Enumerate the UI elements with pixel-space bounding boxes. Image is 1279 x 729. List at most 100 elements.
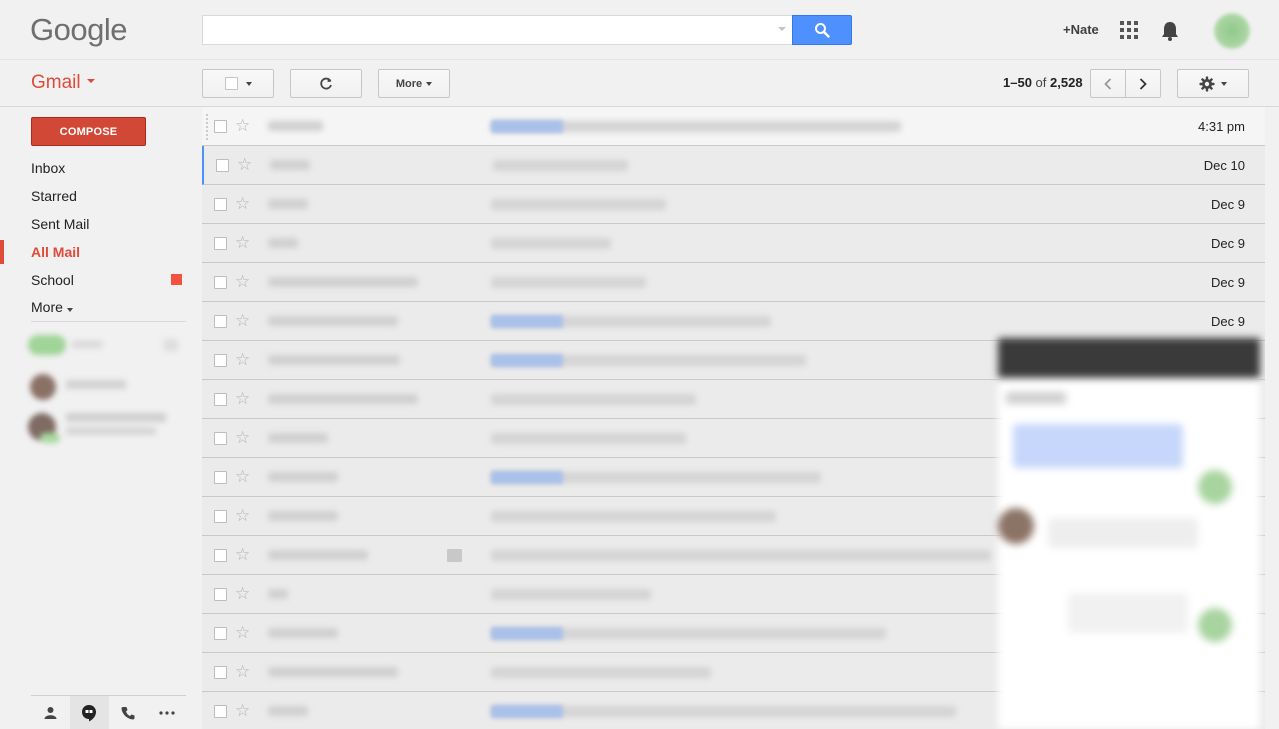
label-chip[interactable] xyxy=(491,354,563,367)
hangouts-icon xyxy=(82,704,97,721)
row-checkbox[interactable] xyxy=(214,627,227,640)
sidebar-item-all-mail[interactable]: All Mail xyxy=(0,240,186,264)
chevron-down-icon xyxy=(1221,81,1227,86)
row-checkbox[interactable] xyxy=(214,588,227,601)
search-input[interactable] xyxy=(202,15,792,45)
star-icon[interactable]: ☆ xyxy=(235,584,250,604)
label-chip[interactable] xyxy=(491,120,563,133)
account-avatar[interactable] xyxy=(1214,13,1250,49)
star-icon[interactable]: ☆ xyxy=(235,701,250,721)
star-icon[interactable]: ☆ xyxy=(235,506,250,526)
row-checkbox[interactable] xyxy=(214,276,227,289)
star-icon[interactable]: ☆ xyxy=(235,272,250,292)
sidebar-item-school[interactable]: School xyxy=(0,268,186,292)
table-row[interactable]: ☆ Dec 9 xyxy=(202,185,1265,224)
table-row[interactable]: ☆ Dec 10 xyxy=(202,146,1265,185)
star-icon[interactable]: ☆ xyxy=(235,467,250,487)
star-icon[interactable]: ☆ xyxy=(237,155,252,175)
sender-name-redacted xyxy=(268,550,368,560)
table-row[interactable]: ☆ Dec 9 xyxy=(202,224,1265,263)
hangouts-tabbar xyxy=(31,695,186,729)
phone-tab[interactable] xyxy=(109,696,148,729)
action-toolbar: Gmail More 1–50 of 2,528 xyxy=(0,60,1279,107)
row-checkbox[interactable] xyxy=(214,120,227,133)
star-icon[interactable]: ☆ xyxy=(235,350,250,370)
sidebar-item-inbox[interactable]: Inbox xyxy=(0,156,186,180)
more-tab[interactable] xyxy=(147,696,186,729)
sender-name-redacted xyxy=(268,667,398,677)
star-icon[interactable]: ☆ xyxy=(235,311,250,331)
star-icon[interactable]: ☆ xyxy=(235,545,250,565)
row-date: Dec 9 xyxy=(1211,314,1245,329)
older-button[interactable] xyxy=(1125,69,1161,98)
label-chip[interactable] xyxy=(491,705,563,718)
subject-redacted xyxy=(491,511,776,522)
hangouts-chat-window[interactable] xyxy=(998,338,1260,729)
sidebar-item-starred[interactable]: Starred xyxy=(0,184,186,208)
sender-name-redacted xyxy=(268,706,308,716)
subject-redacted xyxy=(493,160,628,171)
hangouts-me-entry[interactable] xyxy=(22,333,186,357)
chevron-down-icon xyxy=(66,308,73,312)
table-row[interactable]: ☆ Dec 9 xyxy=(202,302,1265,341)
scrollbar[interactable] xyxy=(1265,107,1279,729)
more-horizontal-icon xyxy=(159,710,175,715)
sender-name-redacted xyxy=(268,394,418,404)
sidebar-item-label: More xyxy=(31,299,63,315)
label-chip[interactable] xyxy=(491,315,563,328)
star-icon[interactable]: ☆ xyxy=(235,662,250,682)
refresh-button[interactable] xyxy=(290,69,362,98)
table-row[interactable]: ☆ Dec 9 xyxy=(202,263,1265,302)
star-icon[interactable]: ☆ xyxy=(235,194,250,214)
more-actions-button[interactable]: More xyxy=(378,69,450,98)
search-button[interactable] xyxy=(792,15,852,45)
row-checkbox[interactable] xyxy=(216,159,229,172)
hangouts-contact[interactable] xyxy=(22,371,186,401)
apps-grid-icon[interactable] xyxy=(1120,21,1138,39)
sidebar-item-more[interactable]: More xyxy=(0,295,186,319)
contacts-tab[interactable] xyxy=(31,696,70,729)
google-logo[interactable]: Google xyxy=(30,12,127,48)
row-checkbox[interactable] xyxy=(214,705,227,718)
settings-button[interactable] xyxy=(1177,69,1249,98)
star-icon[interactable]: ☆ xyxy=(235,233,250,253)
table-row[interactable]: ☆ 4:31 pm xyxy=(202,107,1265,146)
sender-name-redacted xyxy=(268,511,338,521)
drag-handle[interactable] xyxy=(205,113,209,140)
top-bar: Google +Nate xyxy=(0,0,1279,60)
newer-button[interactable] xyxy=(1090,69,1126,98)
row-checkbox[interactable] xyxy=(214,666,227,679)
compose-button[interactable]: COMPOSE xyxy=(31,117,146,146)
star-icon[interactable]: ☆ xyxy=(235,623,250,643)
sender-name-redacted xyxy=(268,628,338,638)
sidebar-item-label: Starred xyxy=(31,188,77,204)
hangouts-tab[interactable] xyxy=(69,696,109,729)
row-checkbox[interactable] xyxy=(214,198,227,211)
subject-redacted xyxy=(491,550,991,561)
star-icon[interactable]: ☆ xyxy=(235,116,250,136)
sidebar-item-sent-mail[interactable]: Sent Mail xyxy=(0,212,186,236)
row-checkbox[interactable] xyxy=(214,315,227,328)
hangouts-contact[interactable] xyxy=(22,409,186,443)
row-checkbox[interactable] xyxy=(214,471,227,484)
star-icon[interactable]: ☆ xyxy=(235,389,250,409)
chevron-down-icon xyxy=(245,81,252,86)
label-chip[interactable] xyxy=(491,471,563,484)
row-checkbox[interactable] xyxy=(214,432,227,445)
row-checkbox[interactable] xyxy=(214,549,227,562)
search-options-icon[interactable] xyxy=(778,27,786,31)
notifications-bell-icon[interactable] xyxy=(1160,20,1180,45)
sidebar-item-label: School xyxy=(31,272,74,288)
select-checkbox-button[interactable] xyxy=(202,69,274,98)
subject-redacted xyxy=(491,589,651,600)
star-icon[interactable]: ☆ xyxy=(235,428,250,448)
row-checkbox[interactable] xyxy=(214,393,227,406)
row-checkbox[interactable] xyxy=(214,237,227,250)
gmail-menu[interactable]: Gmail xyxy=(31,72,95,94)
row-checkbox[interactable] xyxy=(214,510,227,523)
label-chip[interactable] xyxy=(491,627,563,640)
plus-user-link[interactable]: +Nate xyxy=(1063,22,1099,37)
row-checkbox[interactable] xyxy=(214,354,227,367)
sender-name-redacted xyxy=(268,121,323,131)
label-color-swatch[interactable] xyxy=(171,274,182,285)
